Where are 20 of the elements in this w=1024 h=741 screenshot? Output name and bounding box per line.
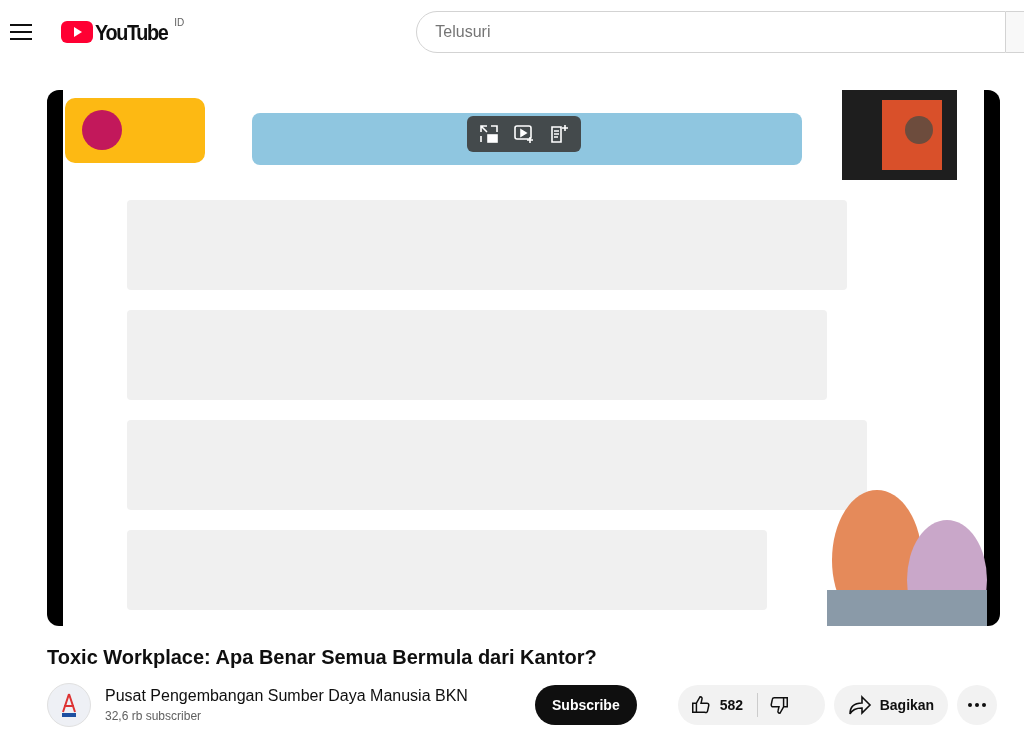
play-logo-icon	[61, 21, 93, 43]
document-sparkle-icon[interactable]	[548, 123, 571, 145]
share-icon	[847, 694, 872, 716]
channel-name[interactable]: Pusat Pengembangan Sumber Daya Manusia BKN	[105, 685, 525, 707]
search-field[interactable]: Telusuri	[416, 11, 1006, 53]
more-options-button[interactable]	[957, 685, 998, 725]
more-icon	[968, 703, 987, 707]
menu-icon[interactable]	[10, 24, 32, 40]
subscribe-button[interactable]: Subscribe	[535, 685, 637, 725]
country-code: ID	[174, 16, 185, 30]
minimize-window-icon[interactable]	[477, 123, 500, 145]
video-title: Toxic Workplace: Apa Benar Semua Bermula dari Kantor?	[47, 645, 598, 670]
share-button[interactable]: Bagikan	[833, 685, 949, 725]
subscriber-count: 32,6 rb subscriber	[105, 708, 203, 725]
channel-avatar[interactable]	[47, 683, 91, 727]
thumbs-up-icon	[689, 694, 712, 716]
thumbs-down-icon	[768, 694, 791, 716]
video-sparkle-icon[interactable]	[513, 123, 535, 145]
like-button[interactable]: 582	[677, 685, 758, 725]
youtube-logo[interactable]: YouTube	[61, 15, 176, 49]
